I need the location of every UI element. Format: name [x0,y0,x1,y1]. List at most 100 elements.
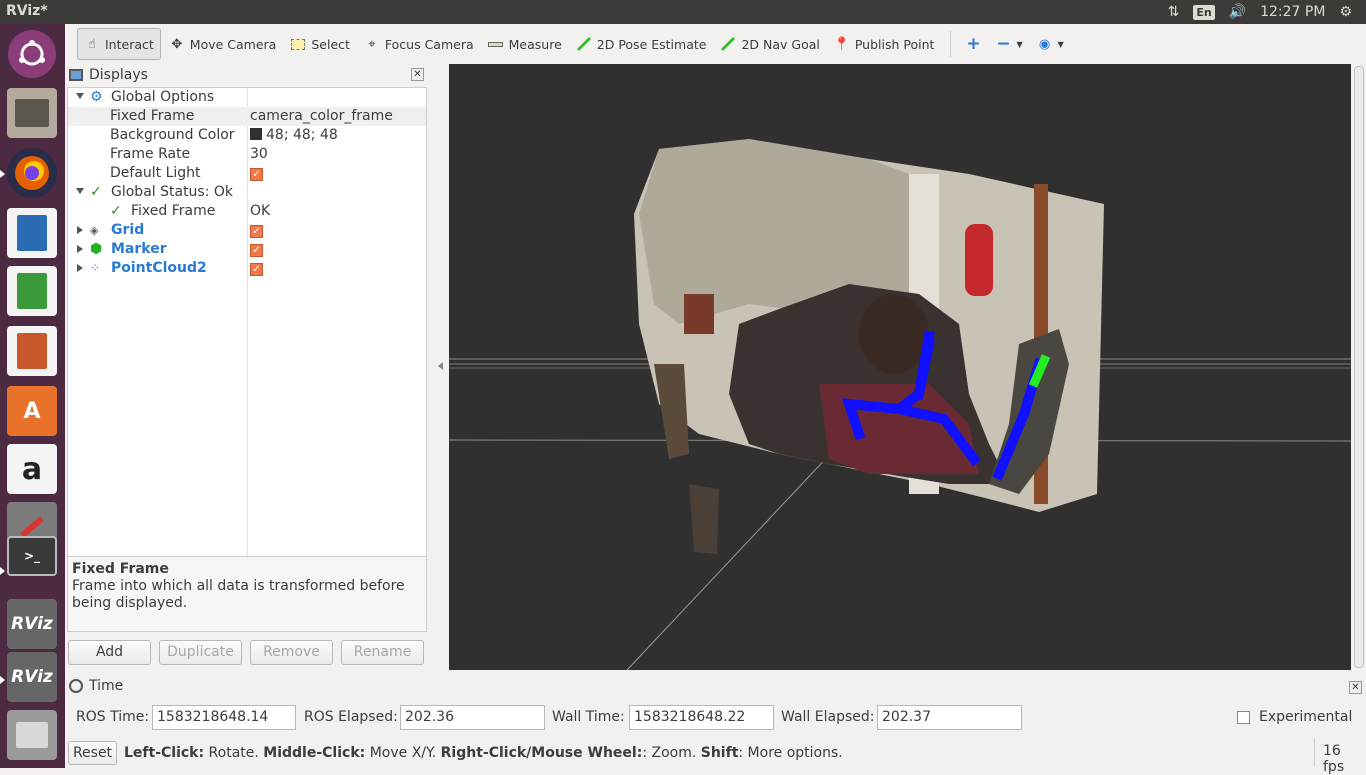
tree-row-pointcloud2[interactable]: ⁘ PointCloud2 ✓ [68,259,426,278]
checkbox[interactable]: ✓ [250,244,263,257]
row-label: Global Options [111,89,215,105]
clock[interactable]: 12:27 PM [1260,4,1325,20]
firefox-icon[interactable] [7,148,57,198]
checkbox[interactable]: ✓ [250,225,263,238]
render-viewport[interactable] [449,64,1351,670]
ros-elapsed-field[interactable]: 202.36 [400,705,545,730]
focus-camera-icon: ⌖ [368,36,376,52]
point-cloud-head [859,294,929,374]
tree-row-global-status[interactable]: ✓ Global Status: Ok [68,183,426,202]
panel-title-text: Displays [89,67,148,83]
power-icon[interactable]: ⚙ [1339,4,1352,20]
tree-row-marker[interactable]: ⬢ Marker ✓ [68,240,426,259]
expand-arrow-icon[interactable] [77,226,83,234]
toolbar-separator [950,31,952,57]
tool-publish-point[interactable]: 📍 Publish Point [828,28,941,60]
color-value: 48; 48; 48 [266,127,338,143]
hint-text: : Zoom. [642,745,701,761]
collapse-left-arrow-icon[interactable] [438,362,443,370]
tree-row-fixed-frame[interactable]: Fixed Frame camera_color_frame [68,107,426,126]
keyboard-layout-indicator[interactable]: En [1193,4,1215,20]
reset-button[interactable]: Reset [68,741,117,765]
volume-icon[interactable]: 🔊 [1229,4,1246,20]
tree-row-frame-rate[interactable]: Frame Rate 30 [68,145,426,164]
ros-time-field[interactable]: 1583218648.14 [152,705,296,730]
tool-label: Select [311,36,350,52]
row-label: Global Status: Ok [111,184,234,200]
checkbox[interactable]: ✓ [250,168,263,181]
expand-arrow-icon[interactable] [76,188,84,194]
terminal-icon[interactable]: >_ [7,536,57,576]
system-tray: ⇅ En 🔊 12:27 PM ⚙ [1168,0,1352,24]
rviz-icon[interactable]: RViz [7,599,57,649]
trash-icon[interactable] [7,710,57,760]
grid-icon: ◈ [90,224,99,237]
right-scroll-strip[interactable] [1352,64,1366,670]
tool-2d-pose-estimate[interactable]: 2D Pose Estimate [570,28,713,60]
rename-button[interactable]: Rename [341,640,424,665]
status-divider [1314,739,1315,767]
row-value[interactable]: 30 [250,145,268,164]
tool-label: Focus Camera [384,36,474,52]
add-tool-button[interactable]: + [959,28,987,60]
tree-row-background-color[interactable]: Background Color 48; 48; 48 [68,126,426,145]
top-panel: RViz* ⇅ En 🔊 12:27 PM ⚙ [0,0,1366,24]
experimental-checkbox[interactable] [1237,711,1250,724]
duplicate-button[interactable]: Duplicate [159,640,242,665]
tree-row-global-options[interactable]: ⚙ Global Options [68,88,426,107]
hint-text: : More options. [738,745,843,761]
wall-elapsed-field[interactable]: 202.37 [877,705,1022,730]
expand-arrow-icon[interactable] [77,245,83,253]
row-value[interactable]: 48; 48; 48 [250,126,338,145]
tool-label: 2D Pose Estimate [596,36,707,52]
remove-button[interactable]: Remove [250,640,333,665]
displays-button-row: Add Duplicate Remove Rename [68,640,428,666]
add-button[interactable]: Add [68,640,151,665]
checkbox[interactable]: ✓ [250,263,263,276]
software-center-icon[interactable]: A [7,386,57,436]
writer-icon[interactable] [7,208,57,258]
remove-tool-button[interactable]: − ▼ [989,28,1028,60]
gear-icon: ⚙ [90,89,103,105]
wall-time-field[interactable]: 1583218648.22 [629,705,774,730]
move-camera-icon: ✥ [171,36,183,52]
panels-visibility-button[interactable]: ◉ ▼ [1031,28,1070,60]
tool-measure[interactable]: Measure [482,28,568,60]
point-cloud-icon: ⁘ [90,261,101,275]
close-icon[interactable]: ✕ [1349,681,1362,694]
scene-render [449,139,1351,670]
tree-row-default-light[interactable]: Default Light ✓ [68,164,426,183]
hint-key: Shift [700,745,739,761]
row-label: Fixed Frame [110,108,195,124]
tree-row-status-fixed-frame[interactable]: ✓ Fixed Frame OK [68,202,426,221]
tool-interact[interactable]: ☝ Interact [77,28,161,60]
expand-arrow-icon[interactable] [77,264,83,272]
row-value[interactable]: camera_color_frame [250,107,393,126]
network-icon[interactable]: ⇅ [1168,4,1180,20]
impress-icon[interactable] [7,326,57,376]
rviz-icon[interactable]: RViz [7,652,57,702]
software-center-letter: A [23,398,41,424]
row-label: Grid [111,222,145,238]
tool-focus-camera[interactable]: ⌖ Focus Camera [358,28,480,60]
ubuntu-dash-icon[interactable] [8,30,56,78]
grid-line [626,433,850,670]
files-icon[interactable] [7,88,57,138]
hint-text: Rotate. [204,745,264,761]
tree-row-grid[interactable]: ◈ Grid ✓ [68,221,426,240]
tool-move-camera[interactable]: ✥ Move Camera [163,28,283,60]
close-icon[interactable]: ✕ [411,68,424,81]
expand-arrow-icon[interactable] [76,93,84,99]
amazon-icon[interactable]: a [7,444,57,494]
row-label: Frame Rate [110,146,191,162]
scrollbar-thumb[interactable] [1354,66,1364,668]
monitor-icon [69,69,83,81]
ros-time-label: ROS Time: [76,709,150,725]
tool-2d-nav-goal[interactable]: 2D Nav Goal [714,28,825,60]
tool-select[interactable]: Select [284,28,356,60]
window-title: RViz* [6,3,48,19]
calc-icon[interactable] [7,266,57,316]
row-value: ✓ [250,240,263,259]
chevron-down-icon: ▼ [1057,39,1064,49]
row-value: OK [250,203,271,219]
